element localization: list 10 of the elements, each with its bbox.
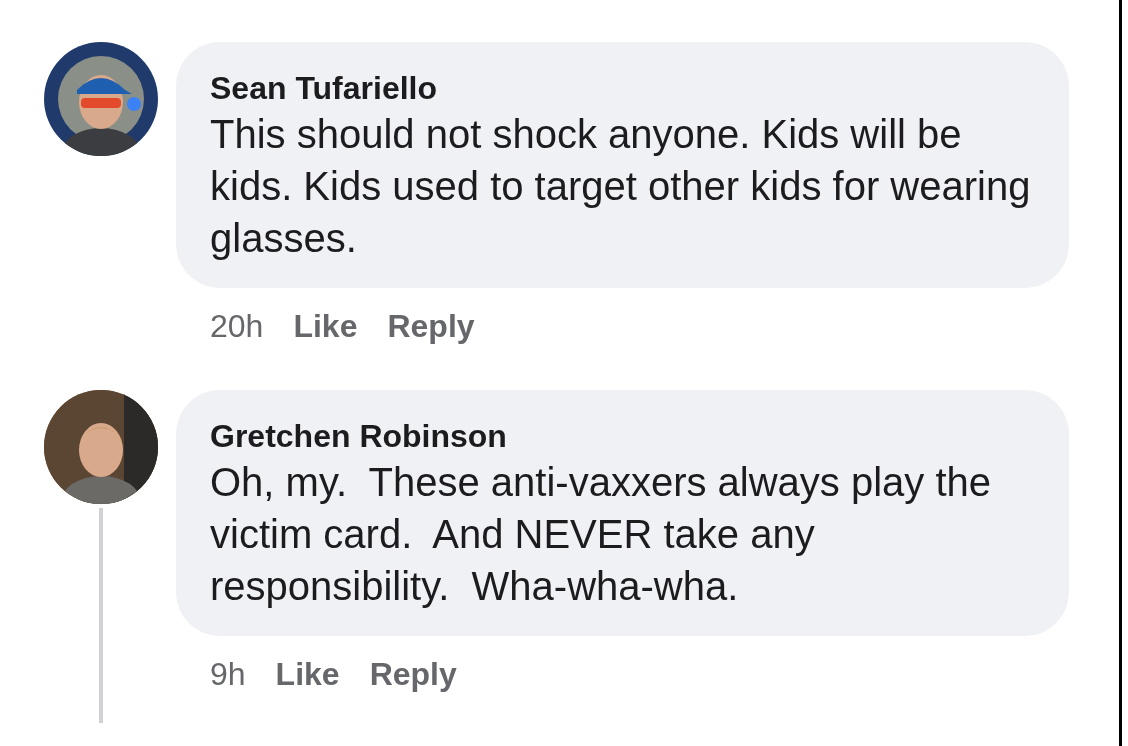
comment-text: This should not shock anyone. Kids will be kids. Kids used to target other kids for wearing glasses. <box>210 111 1032 262</box>
action-link[interactable]: Like <box>293 302 358 350</box>
comment-text: Oh, my. These anti-vaxxers always play the victim card. And NEVER take any responsibility. Wha-wha-wha. <box>210 459 993 610</box>
timestamp: 20h <box>210 307 264 346</box>
author-name[interactable]: Gretchen Robinson <box>210 416 1039 456</box>
timestamp: 9h <box>210 655 246 694</box>
action-link[interactable]: Reply <box>387 302 475 350</box>
action-link[interactable]: Reply <box>369 650 457 698</box>
author-name[interactable]: Sean Tufariello <box>210 68 1039 108</box>
action-link[interactable]: Like <box>275 650 340 698</box>
